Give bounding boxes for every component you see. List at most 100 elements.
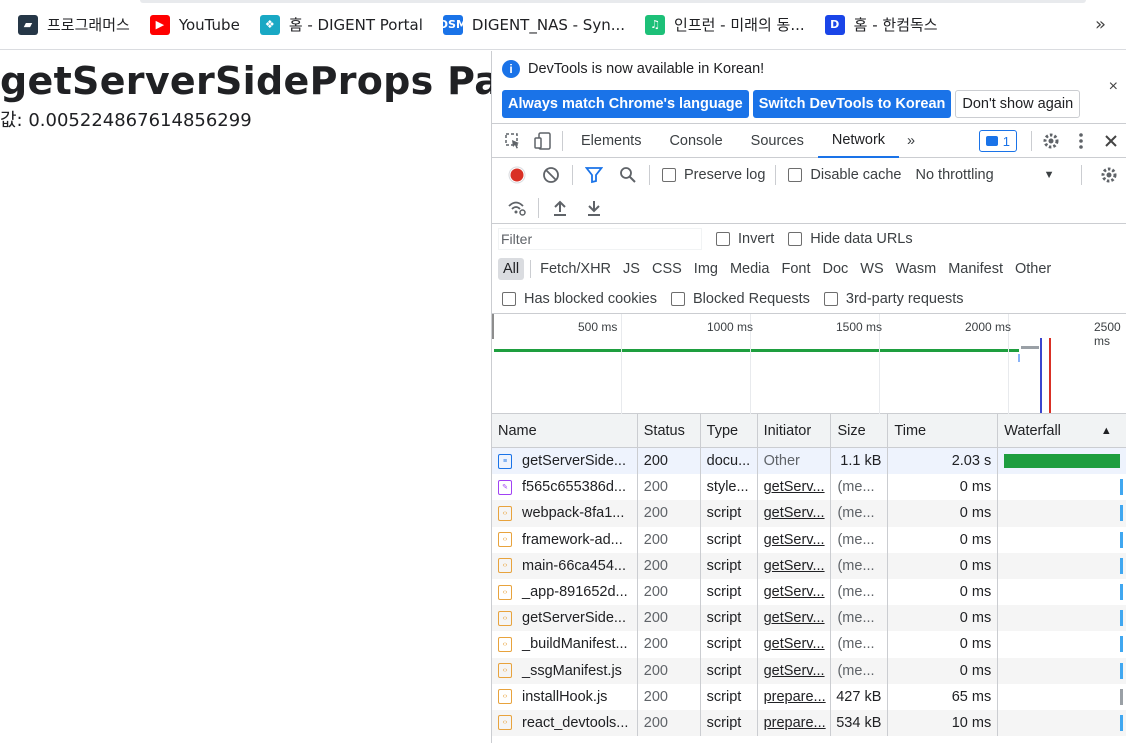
infobar-close-icon[interactable]: × xyxy=(1109,78,1118,96)
table-row[interactable]: ‹› main-66ca454... 200 script getServ... (me.… xyxy=(492,552,1126,579)
request-name-cell[interactable]: ‹› webpack-8fa1... xyxy=(492,500,638,527)
type-filter-other[interactable]: Other xyxy=(1010,258,1056,280)
table-row[interactable]: ‹› framework-ad... 200 script getServ... (me.… xyxy=(492,526,1126,553)
initiator-cell[interactable]: getServ... xyxy=(758,631,832,658)
checkbox-box[interactable] xyxy=(823,291,838,306)
column-header-initiator[interactable]: Initiator xyxy=(758,414,832,448)
request-name-cell[interactable]: ‹› installHook.js xyxy=(492,683,638,710)
request-name: getServerSide... xyxy=(522,610,626,627)
type-filter-all[interactable]: All xyxy=(498,258,525,280)
third-party-requests-checkbox[interactable]: 3rd-party requests xyxy=(823,291,964,307)
request-name-cell[interactable]: ‹› _buildManifest... xyxy=(492,631,638,658)
column-header-time[interactable]: Time xyxy=(888,414,999,448)
table-row[interactable]: ‹› webpack-8fa1... 200 script getServ... (me.… xyxy=(492,500,1126,527)
import-har-icon[interactable] xyxy=(543,193,577,223)
bookmark-item[interactable]: D 홈 - 한컴독스 xyxy=(824,10,938,40)
tab-network[interactable]: Network xyxy=(817,124,900,158)
initiator-cell[interactable]: getServ... xyxy=(758,605,832,632)
type-filter-js[interactable]: JS xyxy=(618,258,645,280)
table-row[interactable]: ‹› installHook.js 200 script prepare... 427 k… xyxy=(492,683,1126,710)
initiator-cell[interactable]: getServ... xyxy=(758,474,832,501)
request-name-cell[interactable]: ‹› _ssgManifest.js xyxy=(492,657,638,684)
request-name-cell[interactable]: ‹› _app-891652d... xyxy=(492,578,638,606)
search-icon[interactable] xyxy=(611,160,645,190)
request-name-cell[interactable]: ‹› main-66ca454... xyxy=(492,552,638,579)
preserve-log-checkbox[interactable]: Preserve log xyxy=(662,167,765,183)
column-header-name[interactable]: Name xyxy=(492,414,638,448)
table-row[interactable]: ‹› getServerSide... 200 script getServ... (me… xyxy=(492,605,1126,632)
always-match-language-button[interactable]: Always match Chrome's language xyxy=(502,90,749,118)
bookmark-item[interactable]: ▰ 프로그래머스 xyxy=(18,10,130,40)
close-devtools-icon[interactable] xyxy=(1096,124,1126,158)
initiator-cell[interactable]: getServ... xyxy=(758,526,832,553)
dont-show-again-button[interactable]: Don't show again xyxy=(955,90,1081,118)
initiator-cell[interactable]: getServ... xyxy=(758,500,832,527)
initiator-cell[interactable]: getServ... xyxy=(758,552,832,579)
issues-badge[interactable]: 1 xyxy=(978,130,1017,152)
bookmark-item[interactable]: ▶ YouTube xyxy=(149,10,240,40)
type-filter-wasm[interactable]: Wasm xyxy=(891,258,942,280)
table-row[interactable]: ‹› _app-891652d... 200 script getServ... (me.… xyxy=(492,578,1126,606)
tab-sources[interactable]: Sources xyxy=(737,124,818,158)
disable-cache-checkbox[interactable]: Disable cache xyxy=(788,167,901,183)
tab-elements[interactable]: Elements xyxy=(567,124,655,158)
type-filter-doc[interactable]: Doc xyxy=(817,258,853,280)
type-filter-fetch-xhr[interactable]: Fetch/XHR xyxy=(535,258,616,280)
network-settings-gear-icon[interactable] xyxy=(1092,160,1126,190)
table-row[interactable]: ‹› _ssgManifest.js 200 script getServ... (me.… xyxy=(492,657,1126,684)
more-options-icon[interactable] xyxy=(1066,124,1096,158)
bookmark-list: ▰ 프로그래머스 ▶ YouTube ❖ 홈 - DIGENT Portal DSM DIGE… xyxy=(18,10,958,40)
request-name-cell[interactable]: ≡ getServerSide... xyxy=(492,448,638,475)
type-filter-ws[interactable]: WS xyxy=(855,258,888,280)
request-name-cell[interactable]: ✎ f565c655386d... xyxy=(492,474,638,501)
initiator-cell[interactable]: prepare... xyxy=(758,709,832,737)
throttling-select[interactable]: No throttling ▼ xyxy=(915,167,1054,183)
bookmark-item[interactable]: ❖ 홈 - DIGENT Portal xyxy=(259,10,423,40)
request-name-cell[interactable]: ‹› getServerSide... xyxy=(492,605,638,632)
more-tabs-button[interactable]: » xyxy=(899,124,923,158)
type-filter-font[interactable]: Font xyxy=(776,258,815,280)
initiator-cell[interactable]: getServ... xyxy=(758,657,832,684)
has-blocked-cookies-checkbox[interactable]: Has blocked cookies xyxy=(502,291,657,307)
bookmark-item[interactable]: DSM DIGENT_NAS - Syn... xyxy=(439,10,625,40)
initiator-cell[interactable]: prepare... xyxy=(758,683,832,710)
initiator-cell[interactable]: getServ... xyxy=(758,578,832,606)
checkbox-box[interactable] xyxy=(788,232,803,246)
table-row[interactable]: ✎ f565c655386d... 200 style... getServ... (me… xyxy=(492,474,1126,501)
switch-to-korean-button[interactable]: Switch DevTools to Korean xyxy=(752,90,952,118)
column-header-size[interactable]: Size xyxy=(831,414,889,448)
clear-icon[interactable] xyxy=(534,160,568,190)
export-har-icon[interactable] xyxy=(577,193,611,223)
bookmark-item[interactable]: ♫ 인프런 - 미래의 동... xyxy=(645,10,805,40)
device-toolbar-icon[interactable] xyxy=(528,124,558,158)
tab-console[interactable]: Console xyxy=(655,124,736,158)
table-row[interactable]: ‹› react_devtools... 200 script prepare... 53… xyxy=(492,709,1126,737)
type-filter-img[interactable]: Img xyxy=(689,258,723,280)
inspect-element-icon[interactable] xyxy=(498,124,528,158)
checkbox-box[interactable] xyxy=(671,291,685,306)
checkbox-box[interactable] xyxy=(788,168,803,182)
settings-gear-icon[interactable] xyxy=(1036,124,1066,158)
bookmarks-more-button[interactable]: » xyxy=(1095,14,1106,35)
table-row[interactable]: ≡ getServerSide... 200 docu... Other 1.1 kB 2.… xyxy=(492,448,1126,475)
checkbox-box[interactable] xyxy=(716,232,730,246)
blocked-requests-checkbox[interactable]: Blocked Requests xyxy=(671,291,810,307)
type-filter-css[interactable]: CSS xyxy=(647,258,687,280)
request-name-cell[interactable]: ‹› react_devtools... xyxy=(492,709,638,737)
request-name-cell[interactable]: ‹› framework-ad... xyxy=(492,526,638,553)
invert-checkbox[interactable]: Invert xyxy=(716,231,774,247)
type-filter-media[interactable]: Media xyxy=(725,258,775,280)
hide-data-urls-checkbox[interactable]: Hide data URLs xyxy=(788,231,913,247)
column-header-waterfall[interactable]: Waterfall ▲ xyxy=(998,414,1126,448)
record-icon[interactable] xyxy=(500,160,534,190)
filter-input[interactable]: Filter xyxy=(498,228,702,250)
column-header-status[interactable]: Status xyxy=(638,414,701,448)
checkbox-box[interactable] xyxy=(662,168,676,182)
checkbox-box[interactable] xyxy=(502,291,516,306)
filter-funnel-icon[interactable] xyxy=(577,160,611,190)
column-header-type[interactable]: Type xyxy=(701,414,758,448)
network-overview-timeline[interactable]: 500 ms 1000 ms 1500 ms 2000 ms 2500 ms xyxy=(492,314,1126,414)
table-row[interactable]: ‹› _buildManifest... 200 script getServ... (m… xyxy=(492,631,1126,658)
network-conditions-icon[interactable] xyxy=(500,193,534,223)
type-filter-manifest[interactable]: Manifest xyxy=(943,258,1008,280)
